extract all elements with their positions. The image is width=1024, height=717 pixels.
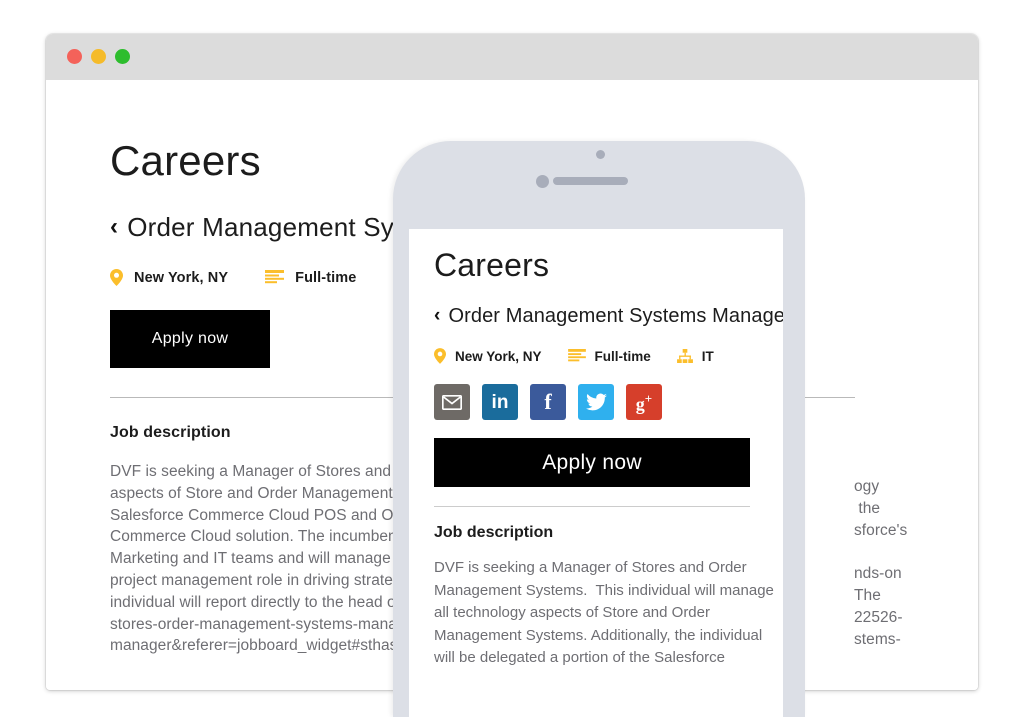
phone-speaker-icon [553,177,628,185]
linkedin-share-button[interactable]: in [482,384,518,420]
mobile-back-chevron-icon[interactable]: ‹ [434,306,440,325]
social-share-row: in f g+ [434,384,764,420]
twitter-icon [585,393,607,411]
mobile-job-location: New York, NY [455,348,542,364]
linkedin-icon: in [491,391,509,413]
mobile-careers-page: Careers ‹ Order Management Systems Manag… [434,247,783,670]
google-plus-icon: g+ [635,390,653,414]
apply-now-button-mobile[interactable]: Apply now [434,438,750,487]
map-pin-icon [110,269,123,286]
job-description-text-right-fragment: ogy the sforce's nds-on The 22526- stems… [854,478,908,648]
traffic-light-group [67,49,130,64]
apply-now-button-desktop[interactable]: Apply now [110,310,270,368]
close-window-button[interactable] [67,49,82,64]
minimize-window-button[interactable] [91,49,106,64]
facebook-share-button[interactable]: f [530,384,566,420]
mobile-job-department: IT [701,348,714,364]
mobile-job-title: Order Management Systems Manager [448,305,783,327]
map-pin-icon [434,348,446,364]
list-lines-icon [567,349,586,363]
phone-camera-icon [596,150,605,159]
facebook-icon: f [544,389,552,414]
maximize-window-button[interactable] [115,49,130,64]
sitemap-icon [676,349,693,363]
back-chevron-icon[interactable]: ‹ [110,214,118,239]
browser-titlebar [46,34,978,81]
email-share-button[interactable] [434,384,470,420]
job-title: Order Management Sy [127,212,395,242]
mobile-job-title-row: ‹ Order Management Systems Manager [434,305,783,328]
mobile-page-title: Careers [434,247,550,283]
phone-mockup: Careers ‹ Order Management Systems Manag… [393,141,805,717]
phone-screen: Careers ‹ Order Management Systems Manag… [409,229,783,717]
job-employment-type: Full-time [295,269,357,286]
googleplus-share-button[interactable]: g+ [626,384,662,420]
twitter-share-button[interactable] [578,384,614,420]
mobile-job-description-text: DVF is seeking a Manager of Stores and O… [434,559,774,666]
mobile-job-description-heading: Job description [434,524,554,541]
mobile-job-meta-row: New York, NY Full-time IT [434,348,764,364]
phone-sensor-icon [536,175,549,188]
envelope-icon [442,394,462,410]
list-lines-icon [265,270,285,285]
job-location: New York, NY [134,269,229,286]
mobile-content-divider [434,506,750,507]
mobile-job-employment-type: Full-time [594,348,651,364]
